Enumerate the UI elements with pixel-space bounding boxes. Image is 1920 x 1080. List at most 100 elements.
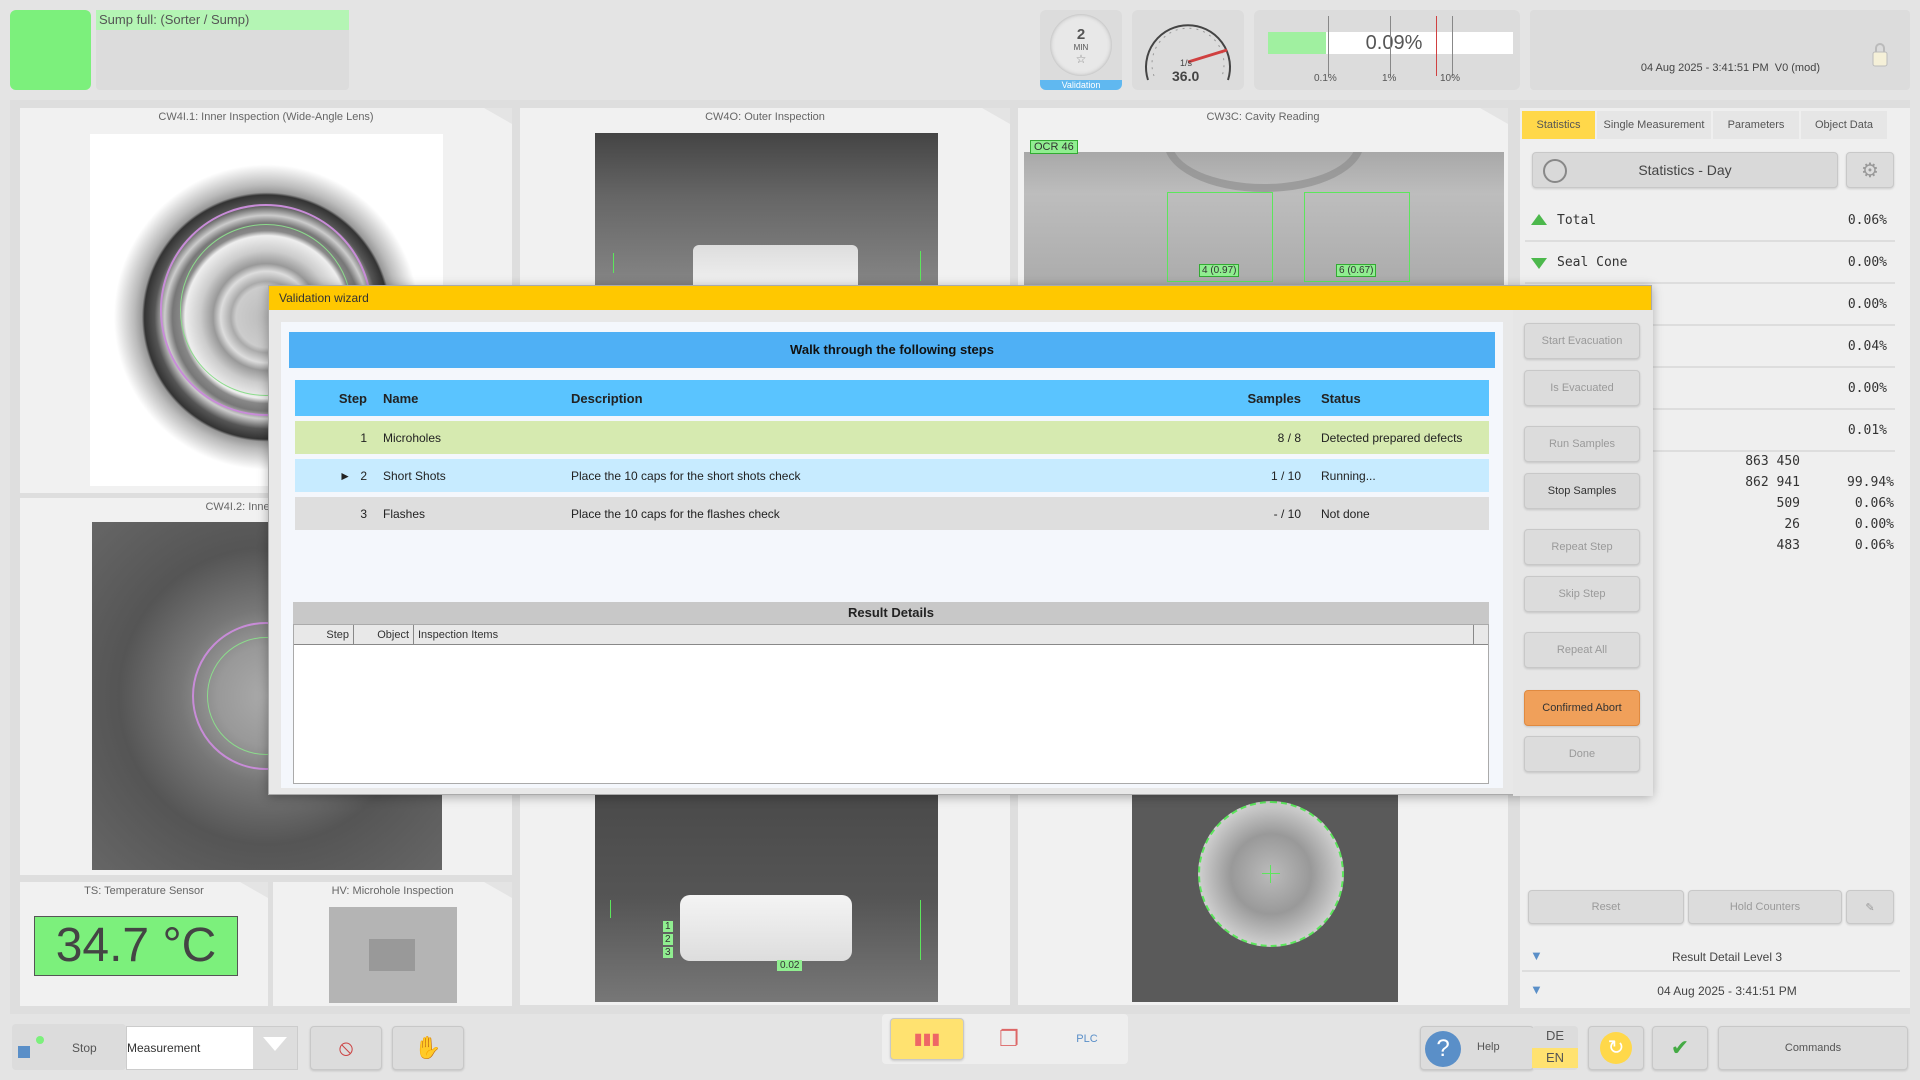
hold-counters-button[interactable]: Hold Counters [1688,890,1842,924]
col-step: Step [338,390,367,406]
mode-value: Measurement [127,1041,201,1055]
alarm-message: Sump full: (Sorter / Sump) [96,10,349,30]
commands-button[interactable]: Commands [1718,1026,1908,1070]
star-icon: ☆ [1075,52,1087,66]
wizard-content: Walk through the following steps Step Na… [281,322,1503,788]
count-value: 862 941 [1745,475,1800,490]
camera-image-cw3c: 4 (0.97) 6 (0.67) [1024,152,1504,292]
result-header-row: Step Object Inspection Items [294,625,1488,645]
mode-select[interactable]: Measurement [126,1026,298,1070]
help-icon: ? [1425,1031,1461,1067]
start-evacuation-button[interactable]: Start Evacuation [1524,323,1640,359]
step-description: Place the 10 caps for the flashes check [571,506,780,521]
help-button[interactable]: ? Help [1420,1026,1534,1070]
step-row[interactable]: 3 Flashes Place the 10 caps for the flashe… [295,497,1489,530]
hand-button[interactable]: ✋ [392,1026,464,1070]
step-row[interactable]: 1 Microholes 8 / 8 Detected prepared defect… [295,421,1489,454]
step-samples: 1 / 10 [1270,468,1301,483]
mute-button[interactable]: ⦸ [310,1026,382,1070]
stat-row[interactable]: Total 0.06% [1525,202,1895,242]
settings-eye-button[interactable]: ⚙ [1846,152,1894,188]
step-description: Place the 10 caps for the short shots ch… [571,468,801,483]
status-indicator [10,10,91,90]
stat-label: Seal Cone [1557,255,1628,270]
lang-en[interactable]: EN [1532,1048,1578,1068]
stat-row[interactable]: Seal Cone 0.00% [1525,244,1895,284]
check-button[interactable]: ✔ [1652,1026,1708,1070]
step-name: Flashes [383,506,426,521]
refresh-icon: ↻ [1600,1032,1632,1064]
language-switch[interactable]: DE EN [1532,1026,1578,1070]
microhole-panel: HV: Microhole Inspection [273,882,512,1006]
caps-icon: ▮▮▮ [913,1031,941,1048]
step-samples: 8 / 8 [1277,430,1301,445]
count-percent: 0.06% [1854,496,1894,511]
stop-control[interactable]: Stop [12,1024,126,1070]
statistics-title: Statistics - Day [1638,162,1732,178]
stat-value: 0.04% [1847,339,1887,354]
done-button[interactable]: Done [1524,736,1640,772]
result-detail-date-row[interactable]: ▼ 04 Aug 2025 - 3:41:51 PM [1522,976,1900,1006]
result-col-items: Inspection Items [414,625,1474,644]
tab-single-measurement[interactable]: Single Measurement [1597,111,1711,139]
count-value: 483 [1776,538,1800,553]
datetime-text: 04 Aug 2025 - 3:41:51 PM V0 (mod) [1640,62,1820,74]
caps-button[interactable]: ▮▮▮ [890,1018,964,1060]
plc-button[interactable]: PLC [1050,1018,1124,1060]
count-percent: 0.00% [1854,517,1894,532]
step-marker: ► [339,468,351,483]
result-table: Step Object Inspection Items [293,624,1489,784]
outer-mark: 1 [663,921,673,932]
step-row[interactable]: ► 2 Short Shots Place the 10 caps for the s… [295,459,1489,492]
statistics-period-selector[interactable]: Statistics - Day [1532,152,1838,188]
dialog-titlebar[interactable]: Validation wizard [269,286,1651,310]
tab-statistics[interactable]: Statistics [1522,111,1595,139]
camera-panel-outer-lower[interactable]: 1 2 3 0.02 [520,795,1010,1005]
validation-timer[interactable]: 2 MIN ☆ Validation [1040,10,1122,90]
step-number: 3 [360,506,367,521]
repeat-step-button[interactable]: Repeat Step [1524,529,1640,565]
mute-icon: ⦸ [338,1035,354,1060]
lang-de[interactable]: DE [1532,1028,1578,1043]
validation-wizard-dialog: Validation wizard Walk through the follo… [268,285,1653,796]
user-lock-icon[interactable] [1870,42,1892,68]
alarm-panel: Sump full: (Sorter / Sump) [96,10,349,90]
datetime-panel: 04 Aug 2025 - 3:41:51 PM V0 (mod) [1530,10,1910,90]
refresh-button[interactable]: ↻ [1588,1026,1644,1070]
tab-object-data[interactable]: Object Data [1801,111,1887,139]
timer-unit: MIN [1073,43,1089,52]
tab-parameters[interactable]: Parameters [1713,111,1799,139]
pages-button[interactable]: ❐ [972,1018,1046,1060]
is-evacuated-button[interactable]: Is Evacuated [1524,370,1640,406]
status-dot-icon [18,1046,30,1058]
check-icon: ✔ [1670,1035,1690,1060]
count-value: 863 450 [1745,454,1800,469]
step-number: 2 [360,468,367,483]
camera-panel-top-lower[interactable] [1018,795,1508,1005]
help-label: Help [1477,1041,1500,1053]
edit-button[interactable]: ✎ [1846,890,1894,924]
dropdown-button[interactable] [253,1027,297,1069]
outer-value: 0.02 [777,960,803,971]
confirmed-abort-button[interactable]: Confirmed Abort [1524,690,1640,726]
skip-step-button[interactable]: Skip Step [1524,576,1640,612]
gear-eye-icon: ⚙ [1861,159,1879,182]
step-samples: - / 10 [1273,506,1301,521]
reset-button[interactable]: Reset [1528,890,1684,924]
rate-tick-label: 0.1% [1314,73,1337,84]
run-samples-button[interactable]: Run Samples [1524,426,1640,462]
repeat-all-button[interactable]: Repeat All [1524,632,1640,668]
chevron-down-icon: ▼ [1530,948,1543,963]
ocr-box-label: 4 (0.97) [1199,264,1240,277]
stop-samples-button[interactable]: Stop Samples [1524,473,1640,509]
timer-label: Validation [1040,80,1122,90]
result-detail-date: 04 Aug 2025 - 3:41:51 PM [1657,984,1797,998]
clock-icon [1543,159,1567,183]
count-percent: 0.06% [1854,538,1894,553]
hand-icon: ✋ [414,1035,442,1060]
result-detail-level-row[interactable]: ▼ Result Detail Level 3 [1522,942,1900,972]
stat-value: 0.06% [1847,213,1887,228]
speed-gauge: 1/s 36.0 [1132,10,1244,90]
sensor-title: HV: Microhole Inspection [331,885,454,897]
status-dot-icon [36,1036,44,1044]
